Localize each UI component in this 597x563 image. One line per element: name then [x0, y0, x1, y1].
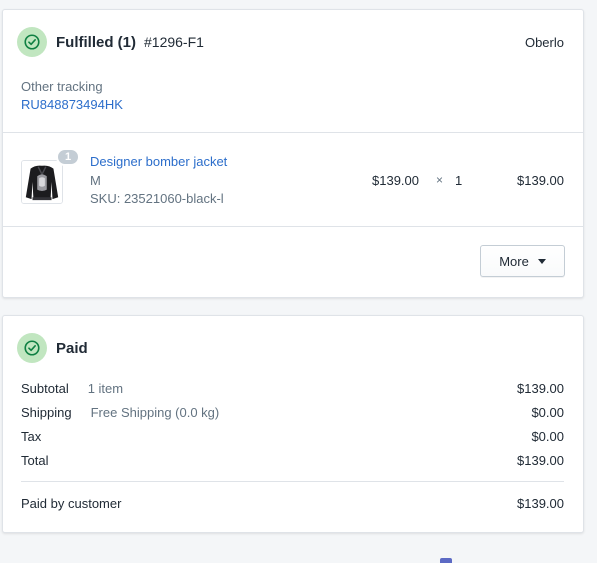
product-sku: SKU: 23521060-black-l — [90, 191, 224, 206]
paid-by-customer-row: Paid by customer $139.00 — [21, 496, 564, 511]
product-quantity: 1 — [455, 173, 463, 188]
product-variant: M — [90, 173, 101, 188]
fulfillment-status-title: Fulfilled (1) — [56, 33, 136, 51]
payment-status-title: Paid — [56, 339, 88, 357]
paid-by-amount: $139.00 — [517, 496, 564, 511]
tracking-number-link[interactable]: RU848873494HK — [21, 97, 123, 112]
check-circle-icon — [17, 333, 47, 363]
summary-amount: $0.00 — [531, 405, 564, 420]
summary-amount: $0.00 — [531, 429, 564, 444]
paid-by-label: Paid by customer — [21, 496, 122, 511]
caret-down-icon — [537, 258, 546, 264]
product-unit-price: $139.00 — [372, 173, 419, 188]
summary-amount: $139.00 — [517, 453, 564, 468]
more-actions-button[interactable]: More — [480, 245, 565, 277]
summary-label: Total — [21, 453, 49, 468]
footer-indicator — [440, 558, 452, 563]
product-name-link[interactable]: Designer bomber jacket — [90, 154, 227, 169]
fulfillment-provider: Oberlo — [524, 35, 564, 50]
summary-detail: Free Shipping (0.0 kg) — [90, 405, 220, 420]
fulfillment-card: Fulfilled (1) #1296-F1 Oberlo Other trac… — [2, 9, 584, 298]
divider — [21, 481, 564, 482]
payment-card: Paid Subtotal 1 item $139.00 Shipping Fr… — [2, 315, 584, 533]
summary-row-subtotal: Subtotal 1 item $139.00 — [21, 381, 564, 396]
product-thumbnail-wrap: 1 — [20, 148, 80, 204]
summary-row-shipping: Shipping Free Shipping (0.0 kg) $0.00 — [21, 405, 564, 420]
tracking-label: Other tracking — [21, 79, 103, 94]
check-circle-icon — [17, 27, 47, 57]
fulfillment-number: #1296-F1 — [144, 34, 204, 50]
summary-label: Shipping — [21, 405, 72, 420]
quantity-badge: 1 — [56, 148, 80, 166]
summary-label: Subtotal — [21, 381, 69, 396]
jacket-thumbnail[interactable] — [21, 160, 63, 204]
summary-amount: $139.00 — [517, 381, 564, 396]
payment-header: Paid — [17, 333, 88, 363]
divider — [3, 226, 583, 227]
fulfillment-header: Fulfilled (1) #1296-F1 — [17, 27, 204, 57]
more-button-label: More — [499, 253, 529, 269]
product-line-total: $139.00 — [517, 173, 564, 188]
summary-detail: 1 item — [87, 381, 124, 396]
divider — [3, 132, 583, 133]
summary-label: Tax — [21, 429, 42, 444]
summary-row-total: Total $139.00 — [21, 453, 564, 468]
summary-row-tax: Tax $0.00 — [21, 429, 564, 444]
multiply-sign: × — [436, 173, 444, 187]
